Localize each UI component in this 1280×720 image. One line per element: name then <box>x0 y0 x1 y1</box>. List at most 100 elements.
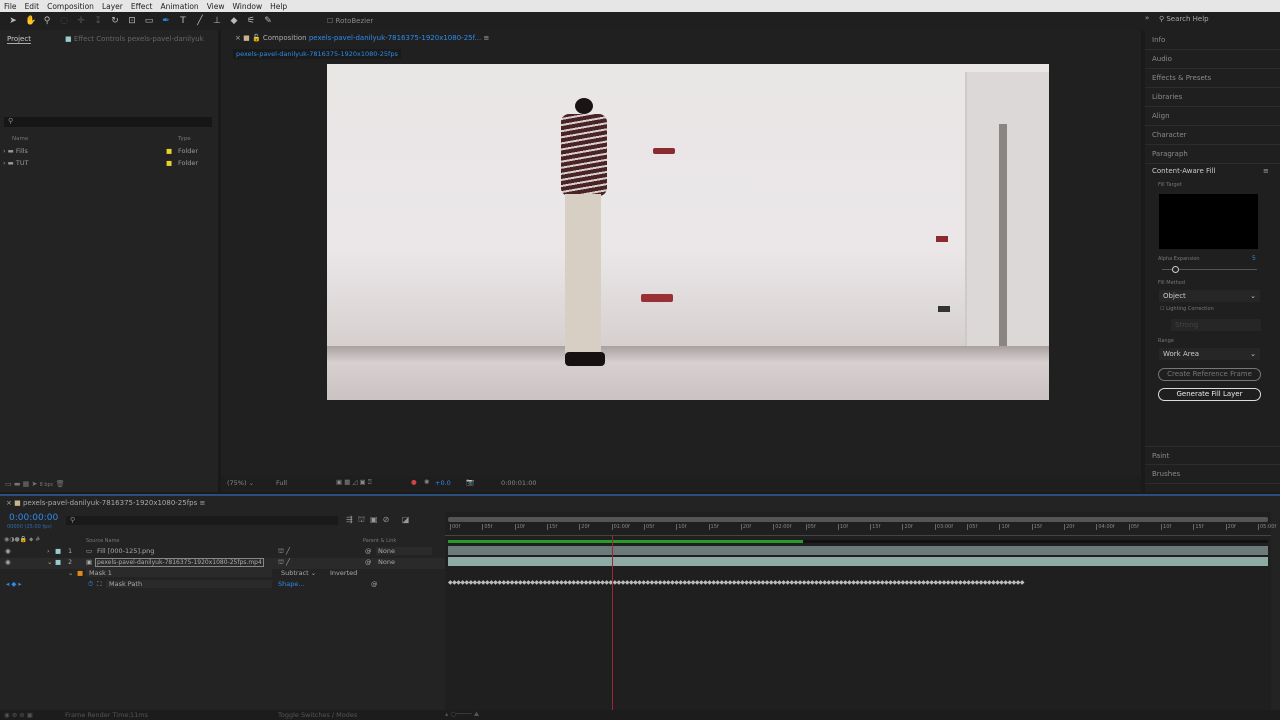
project-item-tut[interactable]: › ▬ TUT ■ Folder <box>3 159 213 167</box>
pickwhip-icon[interactable]: @ <box>365 547 372 555</box>
project-item-fills[interactable]: › ▬ Fills ■ Folder <box>3 147 213 155</box>
expand-arrow[interactable]: ⌄ <box>68 569 73 577</box>
pen-tool-icon[interactable]: ✒ <box>161 16 171 26</box>
type-tool-icon[interactable]: T <box>178 16 188 26</box>
graph-icon[interactable]: ⛶ <box>97 580 102 589</box>
tab-composition[interactable]: × ■ 🔓 Composition pexels-pavel-danilyuk-… <box>235 34 489 42</box>
eraser-icon[interactable]: ◆ <box>229 16 239 26</box>
zoom-tool-icon[interactable]: ⚲ <box>42 16 52 26</box>
hand-tool-icon[interactable]: ✋ <box>25 16 36 26</box>
exposure-value[interactable]: +0.0 <box>435 479 451 487</box>
timeline-switches[interactable]: ⇶⛫▣⊘ ◪ <box>346 515 414 525</box>
menu-view[interactable]: View <box>207 2 225 11</box>
selection-tool-icon[interactable]: ➤ <box>8 16 18 26</box>
expand-arrow[interactable]: › <box>47 547 50 555</box>
layer-name-edit[interactable]: pexels-pavel-danilyuk-7816375-1920x1080-… <box>95 558 264 567</box>
shy-icon[interactable]: ⛫ ╱ <box>278 547 290 556</box>
panel-audio[interactable]: Audio <box>1145 50 1280 69</box>
panel-info[interactable]: Info <box>1145 31 1280 50</box>
menu-help[interactable]: Help <box>270 2 287 11</box>
layer-row-1[interactable]: ◉ › ■ 1 ▭ Fill [000-125].png ⛫ ╱ @ None <box>0 547 445 558</box>
menu-edit[interactable]: Edit <box>25 2 40 11</box>
lighting-correction-checkbox[interactable]: ☐ Lighting Correction <box>1160 306 1214 312</box>
playhead[interactable] <box>611 536 613 712</box>
parent-dropdown[interactable]: None <box>376 547 432 555</box>
viewer-timecode[interactable]: 0:00:01:00 <box>501 479 537 487</box>
generate-fill-layer-button[interactable]: Generate Fill Layer <box>1158 388 1261 401</box>
layer-bar-2[interactable] <box>448 557 1268 566</box>
timeline-graph[interactable]: 00f 05f 10f 15f 20f 01:00f 05f 10f 15f 20f 02:00f 0… <box>445 512 1276 712</box>
panel-paragraph[interactable]: Paragraph <box>1145 145 1280 164</box>
av-switch-icons[interactable]: ◉◑●🔒 ⬥ # <box>4 536 40 544</box>
menu-file[interactable]: File <box>4 2 17 11</box>
timeline-search-input[interactable]: ⚲ <box>66 516 338 525</box>
menu-window[interactable]: Window <box>233 2 263 11</box>
zoom-slider[interactable]: ▴ ○──── ⛰ <box>445 710 479 719</box>
rotate-tool-icon[interactable]: ↻ <box>110 16 120 26</box>
zoom-dropdown[interactable]: (75%) ⌄ <box>227 479 254 487</box>
pickwhip-icon[interactable]: @ <box>365 558 372 566</box>
project-search-input[interactable]: ⚲ <box>4 117 212 127</box>
layer-name[interactable]: Fill [000-125].png <box>97 547 154 555</box>
column-parent[interactable]: Parent & Link <box>363 538 396 544</box>
create-reference-frame-button[interactable]: Create Reference Frame <box>1158 368 1261 381</box>
eye-icon[interactable]: ◉ <box>5 558 11 566</box>
panel-effects-presets[interactable]: Effects & Presets <box>1145 69 1280 88</box>
tab-effect-controls[interactable]: ■ Effect Controls pexels-pavel-danilyuk <box>65 35 204 43</box>
parent-dropdown[interactable]: None <box>376 558 432 566</box>
column-type[interactable]: Type <box>178 136 191 142</box>
mask-shape-link[interactable]: Shape... <box>278 580 305 588</box>
mask-mode-dropdown[interactable]: Subtract ⌄ <box>281 569 316 577</box>
expand-icon[interactable]: » <box>1145 14 1149 22</box>
dolly-tool-icon[interactable]: ↧ <box>93 16 103 26</box>
fill-method-dropdown[interactable]: Object ⌄ <box>1159 290 1260 302</box>
expand-arrow[interactable]: ⌄ <box>47 558 52 566</box>
status-icons[interactable]: ◉ ⊕ ⊛ ▣ <box>4 711 33 719</box>
anchor-tool-icon[interactable]: ⊡ <box>127 16 137 26</box>
clone-stamp-icon[interactable]: ⊥ <box>212 16 222 26</box>
panel-align[interactable]: Align <box>1145 107 1280 126</box>
time-ruler[interactable]: 00f 05f 10f 15f 20f 01:00f 05f 10f 15f 20f 02:00f 0… <box>445 522 1276 536</box>
menu-layer[interactable]: Layer <box>102 2 123 11</box>
bpc-label[interactable]: 8 bpc <box>40 482 54 488</box>
mask-path-row[interactable]: ◂ ◆ ▸ ⏱ ⛶ Mask Path Shape... @ <box>0 580 445 591</box>
panel-brushes[interactable]: Brushes <box>1145 465 1280 484</box>
shy-icon[interactable]: ⛫ ╱ <box>278 558 290 567</box>
caf-menu-icon[interactable]: ≡ <box>1263 167 1269 175</box>
current-timecode[interactable]: 0:00:00:00 <box>9 513 58 523</box>
tab-project[interactable]: Project <box>7 35 31 44</box>
orbit-tool-icon[interactable]: ◌ <box>59 16 69 26</box>
comp-subtab[interactable]: pexels-pavel-danilyuk-7816375-1920x1080-… <box>233 49 401 59</box>
tab-timeline[interactable]: × ■ pexels-pavel-danilyuk-7816375-1920x1… <box>6 499 205 507</box>
layer-bar-1[interactable] <box>448 546 1268 555</box>
column-source-name[interactable]: Source Name <box>86 538 120 544</box>
roto-brush-icon[interactable]: ⚟ <box>246 16 256 26</box>
panel-paint[interactable]: Paint <box>1145 446 1280 465</box>
panel-libraries[interactable]: Libraries <box>1145 88 1280 107</box>
exposure-icon[interactable]: ✺ <box>424 478 429 486</box>
mask-color[interactable]: ■ <box>77 569 83 577</box>
mask-name[interactable]: Mask 1 <box>86 569 272 577</box>
puppet-pin-icon[interactable]: ✎ <box>263 16 273 26</box>
resolution-dropdown[interactable]: Full <box>276 479 326 487</box>
inverted-checkbox[interactable]: Inverted <box>330 569 357 577</box>
slider-knob[interactable] <box>1171 266 1179 273</box>
label-color[interactable]: ■ <box>55 547 61 555</box>
range-dropdown[interactable]: Work Area ⌄ <box>1159 348 1260 360</box>
stopwatch-icon[interactable]: ⏱ <box>88 580 93 589</box>
channel-icon[interactable]: ● <box>411 478 417 486</box>
rectangle-tool-icon[interactable]: ▭ <box>144 16 154 26</box>
keyframe-nav[interactable]: ◂ ◆ ▸ <box>6 580 22 588</box>
label-color[interactable]: ■ <box>55 558 61 566</box>
mask-path-keyframes[interactable]: ◆◆◆◆◆◆◆◆◆◆◆◆◆◆◆◆◆◆◆◆◆◆◆◆◆◆◆◆◆◆◆◆◆◆◆◆◆◆◆◆… <box>448 580 1268 586</box>
column-name[interactable]: Name <box>12 136 28 142</box>
rotobezier-checkbox[interactable]: ☐ RotoBezier <box>327 17 373 25</box>
menu-composition[interactable]: Composition <box>47 2 94 11</box>
menu-effect[interactable]: Effect <box>131 2 153 11</box>
panel-character[interactable]: Character <box>1145 126 1280 145</box>
snapshot-icon[interactable]: 📷 <box>466 478 474 486</box>
mask-row[interactable]: ⌄ ■ Mask 1 Subtract ⌄ Inverted <box>0 569 445 580</box>
menu-animation[interactable]: Animation <box>160 2 198 11</box>
viewer-icons[interactable]: ▣ ▦ ◿ ▣ ⍰ <box>336 478 372 487</box>
brush-tool-icon[interactable]: ╱ <box>195 16 205 26</box>
